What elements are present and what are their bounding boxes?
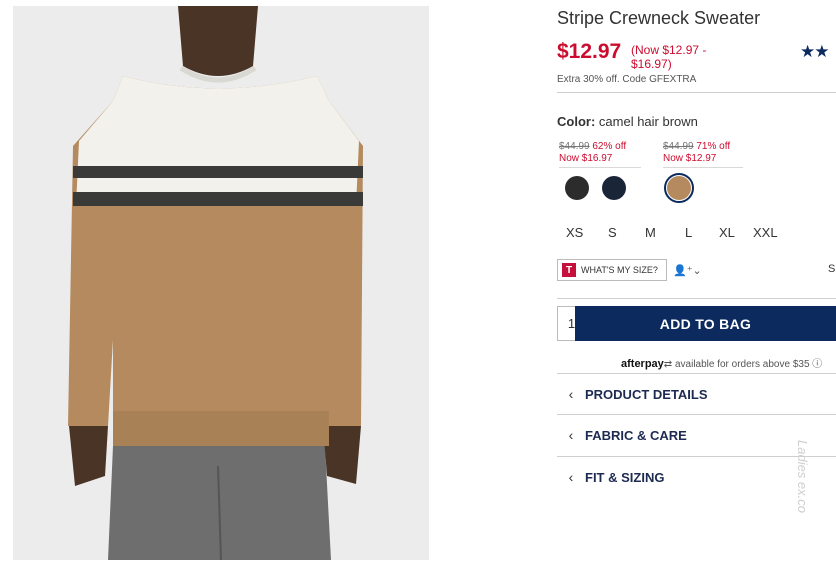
afterpay-arrows-icon: ⇄ <box>663 359 675 370</box>
color-value: camel hair brown <box>598 114 698 129</box>
size-xl[interactable]: XL <box>719 225 735 240</box>
swatch-camel-hair-brown[interactable] <box>667 176 691 200</box>
size-s[interactable]: S <box>608 225 617 240</box>
promo-code-text: Extra 30% off. Code GFEXTRA <box>557 74 697 85</box>
chevron-left-icon: ‹ <box>568 469 574 485</box>
size-l[interactable]: L <box>685 225 692 240</box>
swatch-navy[interactable] <box>602 176 626 200</box>
color-selection: Color: camel hair brown <box>557 114 698 129</box>
whats-my-size-button[interactable]: T WHAT'S MY SIZE? <box>557 259 667 281</box>
group-now-price: Now $16.97 <box>559 153 613 164</box>
accordion-product-details[interactable]: ‹ PRODUCT DETAILS <box>557 374 836 414</box>
product-title: Stripe Crewneck Sweater <box>557 8 761 28</box>
size-m[interactable]: M <box>645 225 656 240</box>
price-range: (Now $12.97 - $16.97) <box>631 43 707 71</box>
divider <box>559 167 641 168</box>
original-price: $44.99 <box>559 141 590 152</box>
divider <box>557 298 836 299</box>
sweater-model-photo <box>13 6 429 560</box>
chevron-left-icon: ‹ <box>568 427 574 443</box>
color-label: Color: <box>557 114 596 129</box>
add-to-bag-button[interactable]: ADD TO BAG <box>575 306 836 341</box>
afterpay-text: available for orders above $35 <box>674 359 810 370</box>
product-image <box>13 6 429 560</box>
afterpay-logo: afterpay <box>621 358 664 370</box>
whats-my-size-label: WHAT'S MY SIZE? <box>581 265 658 275</box>
chevron-left-icon: ‹ <box>568 386 574 402</box>
discount-percent: 62% off <box>592 141 627 152</box>
discount-percent: 71% off <box>696 141 731 152</box>
divider <box>557 92 836 93</box>
price-group-1: $44.99 62% off Now $16.97 <box>559 141 626 165</box>
size-xxl[interactable]: XXL <box>753 225 778 240</box>
accordion-label: FABRIC & CARE <box>585 427 687 443</box>
size-chart-link-partial[interactable]: S <box>828 263 835 275</box>
divider <box>663 167 743 168</box>
sale-price: $12.97 <box>557 40 622 63</box>
swatch-black[interactable] <box>565 176 589 200</box>
info-icon[interactable]: ⓘ <box>812 359 822 370</box>
size-xs[interactable]: XS <box>566 225 583 240</box>
rating-stars[interactable]: ★★ <box>800 42 830 62</box>
price-group-2: $44.99 71% off Now $12.97 <box>663 141 730 165</box>
accordion-label: FIT & SIZING <box>585 469 665 485</box>
original-price: $44.99 <box>663 141 694 152</box>
afterpay-message: afterpay⇄ available for orders above $35… <box>621 355 822 370</box>
watermark: Ladies ex.co <box>795 440 810 513</box>
person-plus-icon[interactable]: 👤⁺⌄ <box>673 264 702 277</box>
accordion-label: PRODUCT DETAILS <box>585 386 708 402</box>
group-now-price: Now $12.97 <box>663 153 717 164</box>
true-fit-logo: T <box>562 263 576 277</box>
size-selector: XS S M L XL XXL <box>557 225 797 241</box>
